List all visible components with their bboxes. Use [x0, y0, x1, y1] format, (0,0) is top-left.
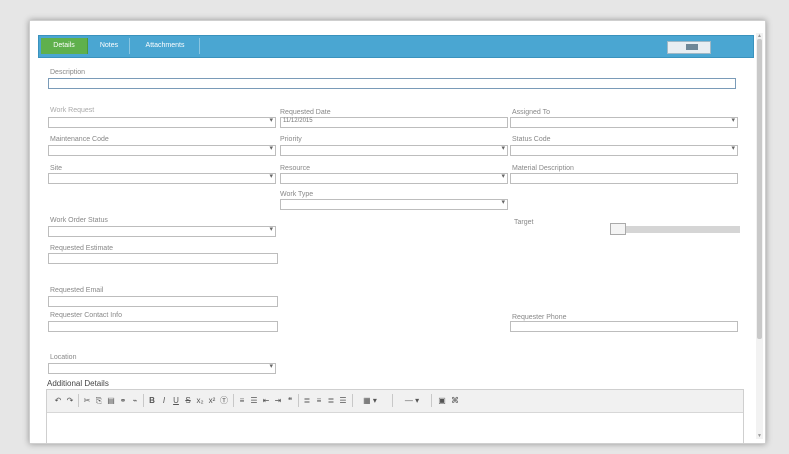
superscript-icon[interactable]: x² — [207, 395, 217, 406]
assigned-to-label: Assigned To — [512, 109, 551, 116]
window-control-icon — [686, 44, 698, 50]
toolbar-divider — [352, 394, 353, 407]
unlink-icon[interactable]: ⌁ — [130, 395, 140, 406]
toolbar-divider — [392, 394, 393, 407]
underline-icon[interactable]: U — [171, 395, 181, 406]
location-label: Location — [50, 354, 77, 361]
subscript-icon[interactable]: x₂ — [195, 395, 205, 406]
undo-icon[interactable]: ↶ — [53, 395, 63, 406]
outdent-icon[interactable]: ⇤ — [261, 395, 271, 406]
material-description-label: Material Description — [512, 165, 574, 172]
source-icon[interactable]: ⌘ — [450, 395, 460, 406]
italic-icon[interactable]: I — [159, 395, 169, 406]
table-icon[interactable]: ▦ ▾ — [357, 395, 383, 406]
request-type-label: Work Request — [50, 107, 95, 114]
blockquote-icon[interactable]: ❝ — [285, 395, 295, 406]
scrollbar-thumb[interactable] — [757, 39, 762, 339]
status-code-select[interactable] — [510, 144, 738, 156]
target-slider-track[interactable] — [612, 226, 740, 233]
tab-notes[interactable]: Notes — [89, 38, 130, 54]
tab-bar: Details Notes Attachments — [38, 35, 754, 58]
work-request-window: Details Notes Attachments Description Wo… — [29, 20, 766, 444]
requested-date-value: 11/12/2015 — [283, 118, 313, 124]
location-select[interactable] — [48, 362, 276, 374]
unordered-list-icon[interactable]: ☰ — [249, 395, 259, 406]
resource-label: Resource — [280, 165, 310, 172]
link-icon[interactable]: ⚭ — [118, 395, 128, 406]
toolbar-divider — [233, 394, 234, 407]
clear-format-icon[interactable]: Ⓣ — [219, 395, 229, 406]
requester-contact-input[interactable] — [48, 321, 278, 332]
hr-icon[interactable]: — ▾ — [399, 395, 425, 406]
strike-icon[interactable]: S — [183, 395, 193, 406]
requested-estimate-input[interactable] — [48, 253, 278, 264]
maintenance-code-select[interactable] — [48, 144, 276, 156]
toolbar-divider — [298, 394, 299, 407]
requested-date-input[interactable]: 11/12/2015 — [280, 117, 508, 128]
requester-phone-label: Requester Phone — [512, 314, 567, 321]
requester-phone-input[interactable] — [510, 321, 738, 332]
align-right-icon[interactable]: ≣ — [326, 395, 336, 406]
vertical-scrollbar[interactable]: ▲ ▼ — [756, 33, 763, 439]
toolbar-divider — [78, 394, 79, 407]
requested-date-label: Requested Date — [280, 109, 331, 116]
description-input[interactable] — [48, 78, 736, 89]
site-label: Site — [50, 165, 63, 172]
editor-toolbar: ↶ ↷ ✂ ⎘ ▤ ⚭ ⌁ B I U S x₂ x² Ⓣ ≡ ☰ ⇤ ⇥ ❝ … — [47, 390, 743, 413]
paste-icon[interactable]: ▤ — [106, 395, 116, 406]
requested-email-label: Requested Email — [50, 287, 104, 294]
indent-icon[interactable]: ⇥ — [273, 395, 283, 406]
scroll-down-icon[interactable]: ▼ — [757, 433, 762, 439]
requested-estimate-label: Requested Estimate — [50, 245, 114, 252]
bold-icon[interactable]: B — [147, 395, 157, 406]
work-type-label: Work Type — [280, 191, 314, 198]
additional-details-label: Additional Details — [47, 379, 109, 388]
assigned-to-select[interactable] — [510, 116, 738, 128]
toolbar-divider — [143, 394, 144, 407]
work-type-select[interactable] — [280, 198, 508, 210]
resource-select[interactable] — [280, 172, 508, 184]
material-description-input[interactable] — [510, 173, 738, 184]
work-order-status-select[interactable] — [48, 225, 276, 237]
site-select[interactable] — [48, 172, 276, 184]
description-label: Description — [50, 69, 86, 76]
request-type-select[interactable] — [48, 116, 276, 128]
additional-details-editor[interactable]: ↶ ↷ ✂ ⎘ ▤ ⚭ ⌁ B I U S x₂ x² Ⓣ ≡ ☰ ⇤ ⇥ ❝ … — [46, 389, 744, 443]
target-label: Target — [514, 219, 534, 226]
priority-label: Priority — [280, 136, 302, 143]
tab-details[interactable]: Details — [41, 38, 88, 54]
align-left-icon[interactable]: ≣ — [302, 395, 312, 406]
tab-attachments[interactable]: Attachments — [131, 38, 200, 54]
toolbar-divider — [431, 394, 432, 407]
window-control[interactable] — [667, 41, 711, 54]
justify-icon[interactable]: ☰ — [338, 395, 348, 406]
copy-icon[interactable]: ⎘ — [94, 395, 104, 406]
cut-icon[interactable]: ✂ — [82, 395, 92, 406]
requester-contact-label: Requester Contact Info — [50, 312, 122, 319]
work-order-status-label: Work Order Status — [50, 217, 108, 224]
requested-email-input[interactable] — [48, 296, 278, 307]
priority-select[interactable] — [280, 144, 508, 156]
redo-icon[interactable]: ↷ — [65, 395, 75, 406]
align-center-icon[interactable]: ≡ — [314, 395, 324, 406]
ordered-list-icon[interactable]: ≡ — [237, 395, 247, 406]
status-code-label: Status Code — [512, 136, 551, 143]
image-icon[interactable]: ▣ — [437, 395, 447, 406]
target-slider-handle[interactable] — [610, 223, 626, 235]
maintenance-code-label: Maintenance Code — [50, 136, 109, 143]
